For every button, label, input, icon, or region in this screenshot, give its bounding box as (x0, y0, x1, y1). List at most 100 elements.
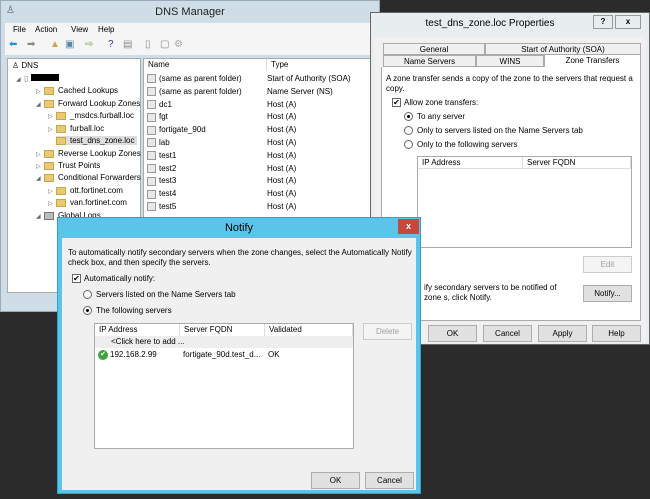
back-icon[interactable]: ⬅ (9, 39, 17, 50)
column-server-fqdn[interactable]: Server FQDN (180, 324, 265, 336)
menu-view[interactable]: View (71, 25, 88, 34)
record-icon (147, 163, 156, 173)
column-name[interactable]: Name (144, 59, 267, 71)
tree-msdcs-zone[interactable]: ▷ _msdcs.furball.loc (48, 111, 134, 120)
close-button[interactable]: x (615, 15, 641, 29)
record-name: lab (159, 138, 170, 147)
show-tree-icon[interactable]: ▣ (65, 39, 74, 50)
export-icon[interactable]: ⇨ (85, 39, 93, 50)
column-ip-address[interactable]: IP Address (418, 157, 523, 169)
forward-icon[interactable]: ➡ (27, 39, 35, 50)
redacted-server-name (30, 74, 59, 81)
record-icon (147, 202, 156, 212)
menu-action[interactable]: Action (35, 25, 57, 34)
tree-test-dns-zone[interactable]: test_dns_zone.loc (56, 136, 137, 145)
tree-ott-fortinet[interactable]: ▷ ott.fortinet.com (48, 186, 123, 195)
tab-wins[interactable]: WINS (476, 55, 544, 67)
record-row[interactable]: test3 Host (A) (147, 175, 377, 187)
record-row[interactable]: fortigate_90d Host (A) (147, 124, 377, 136)
help-footer-button[interactable]: Help (592, 325, 641, 342)
radio-name-servers-tab[interactable]: Servers listed on the Name Servers tab (83, 290, 236, 300)
tree-server[interactable]: ◢ ▯ (16, 74, 59, 83)
folder-icon (44, 86, 54, 95)
notify-ok-button[interactable]: OK (311, 472, 360, 489)
record-type: Host (A) (267, 163, 297, 173)
record-name: test1 (159, 150, 177, 160)
menu-file[interactable]: File (13, 25, 26, 34)
record-name: test2 (159, 163, 177, 173)
allow-zone-transfers-checkbox[interactable]: ✔ Allow zone transfers: (392, 98, 478, 108)
notify-close-button[interactable]: x (398, 219, 419, 234)
auto-notify-checkbox[interactable]: ✔ Automatically notify: (72, 274, 155, 284)
dns-manager-title: DNS Manager (155, 6, 225, 18)
record-name: fgt (159, 112, 168, 122)
tree-cached-lookups[interactable]: ▷ Cached Lookups (36, 86, 118, 95)
zone-icon (56, 198, 66, 207)
column-type[interactable]: Type (267, 59, 380, 71)
record-icon (147, 74, 156, 84)
add-server-row[interactable]: <Click here to add ... (95, 336, 353, 348)
record-icon (147, 176, 156, 186)
delete-button[interactable]: Delete (363, 323, 412, 340)
record-type: Start of Authority (SOA) (267, 74, 351, 83)
record-row[interactable]: test5 Host (A) (147, 201, 377, 213)
record-row[interactable]: lab Host (A) (147, 137, 377, 149)
column-ip-address[interactable]: IP Address (95, 324, 180, 336)
tab-zone-transfers[interactable]: Zone Transfers (544, 54, 641, 68)
tree-trust-points[interactable]: ▷ Trust Points (36, 161, 100, 170)
server-icon: ▯ (24, 74, 31, 83)
tab-general[interactable]: General (383, 43, 485, 55)
tree-dns[interactable]: ♙ DNS (12, 61, 38, 70)
record-type: Host (A) (267, 99, 297, 109)
server-row[interactable]: ✔ 192.168.2.99 fortigate_90d.test_d... O… (95, 349, 353, 361)
validated-check-icon: ✔ (98, 350, 108, 360)
notify-body: To automatically notify secondary server… (62, 238, 416, 490)
apply-button[interactable]: Apply (538, 325, 587, 342)
radio-icon (404, 140, 413, 150)
radio-name-servers-tab[interactable]: Only to servers listed on the Name Serve… (404, 126, 583, 136)
server-ip: 192.168.2.99 (110, 350, 157, 359)
record-type: Name Server (NS) (267, 86, 333, 96)
radio-following-servers[interactable]: The following servers (83, 306, 172, 316)
record-row[interactable]: test2 Host (A) (147, 163, 377, 175)
record-row[interactable]: dc1 Host (A) (147, 99, 377, 111)
record-icon[interactable]: ▢ (160, 39, 169, 50)
tab-name-servers[interactable]: Name Servers (383, 55, 476, 67)
up-folder-icon[interactable]: ▲ (50, 39, 60, 50)
notify-button[interactable]: Notify... (583, 285, 632, 302)
tree-reverse-lookup-zones[interactable]: ▷ Reverse Lookup Zones (36, 149, 141, 158)
dns-icon: ♙ (12, 61, 22, 70)
column-validated[interactable]: Validated (265, 324, 353, 336)
tree-forward-lookup-zones[interactable]: ◢ Forward Lookup Zones (36, 99, 140, 108)
help-button[interactable]: ? (593, 15, 613, 29)
cancel-button[interactable]: Cancel (483, 325, 532, 342)
record-type: Host (A) (267, 112, 297, 122)
record-name: test4 (159, 189, 177, 199)
record-row[interactable]: (same as parent folder) Start of Authorit… (147, 73, 377, 85)
zone-icon (56, 124, 66, 133)
tree-furball-zone[interactable]: ▷ furball.loc (48, 124, 104, 133)
tree-van-fortinet[interactable]: ▷ van.fortinet.com (48, 198, 127, 207)
edit-button[interactable]: Edit (583, 256, 632, 273)
zone-icon (56, 111, 66, 120)
properties-icon[interactable]: ▤ (123, 39, 132, 50)
help-icon[interactable]: ? (108, 39, 114, 50)
record-row[interactable]: (same as parent folder) Name Server (NS) (147, 86, 377, 98)
record-row[interactable]: test4 Host (A) (147, 188, 377, 200)
menu-help[interactable]: Help (98, 25, 114, 34)
tree-conditional-forwarders[interactable]: ◢ Conditional Forwarders (36, 173, 141, 182)
record-icon (147, 138, 156, 148)
record-row[interactable]: test1 Host (A) (147, 150, 377, 162)
settings-icon[interactable]: ⚙ (174, 39, 183, 50)
ok-button[interactable]: OK (428, 325, 477, 342)
radio-following-servers[interactable]: Only to the following servers (404, 140, 518, 150)
zone-icon (56, 186, 66, 195)
record-icon (147, 151, 156, 161)
record-row[interactable]: fgt Host (A) (147, 111, 377, 123)
server-icon[interactable]: ▯ (145, 39, 151, 50)
menu-bar: File Action View Help (5, 23, 375, 37)
column-server-fqdn[interactable]: Server FQDN (523, 157, 631, 169)
record-type: Host (A) (267, 125, 297, 135)
notify-cancel-button[interactable]: Cancel (365, 472, 414, 489)
radio-any-server[interactable]: To any server (404, 112, 465, 122)
